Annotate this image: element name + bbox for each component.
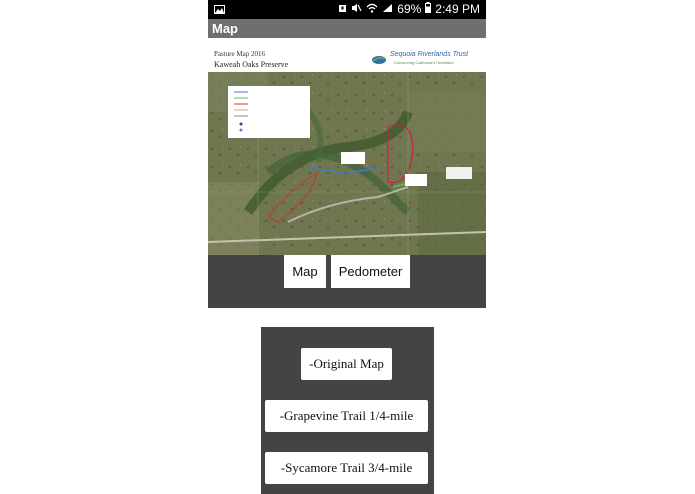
mute-icon xyxy=(351,0,362,19)
trail-menu: -Original Map -Grapevine Trail 1/4-mile … xyxy=(261,327,434,494)
map-header: Pasture Map 2016 Kaweah Oaks Preserve Se… xyxy=(208,46,486,73)
original-map-button[interactable]: -Original Map xyxy=(301,348,392,380)
pasture-map-image: Pasture Map 2016 Kaweah Oaks Preserve Se… xyxy=(208,46,486,255)
gallery-notification-icon xyxy=(214,3,225,17)
battery-icon xyxy=(425,0,432,19)
aerial-photo xyxy=(208,72,486,255)
clock: 2:49 PM xyxy=(435,2,480,16)
status-bar: 69% 2:49 PM xyxy=(208,0,486,19)
map-subtitle: Kaweah Oaks Preserve xyxy=(214,60,289,69)
wifi-icon xyxy=(366,0,378,19)
map-title: Pasture Map 2016 xyxy=(214,50,265,58)
org-name: Sequoia Riverlands Trust xyxy=(390,51,469,58)
map-button[interactable]: Map xyxy=(284,255,326,288)
pedometer-button[interactable]: Pedometer xyxy=(331,255,410,288)
app-bar: Map xyxy=(208,19,486,38)
leaf-logo-icon xyxy=(372,52,386,64)
battery-percent: 69% xyxy=(397,2,422,16)
alarm-icon xyxy=(338,0,347,19)
page-title: Map xyxy=(212,21,238,36)
sycamore-trail-button[interactable]: -Sycamore Trail 3/4-mile xyxy=(265,452,428,484)
grapevine-trail-button[interactable]: -Grapevine Trail 1/4-mile xyxy=(265,400,428,432)
nav-panel: Map Pedometer xyxy=(208,255,486,308)
signal-icon xyxy=(382,0,393,19)
org-tagline: Conserving California's Heartland xyxy=(394,60,454,65)
